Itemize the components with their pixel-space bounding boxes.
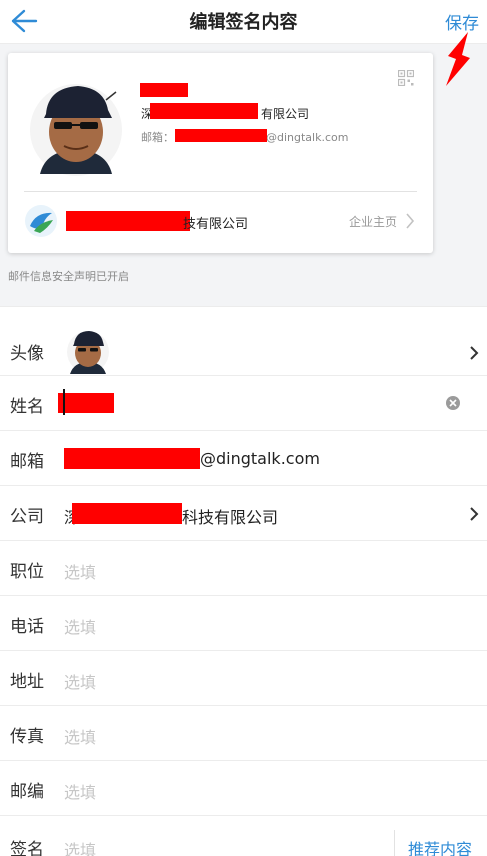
phone-row[interactable]: 电话 选填	[0, 596, 487, 651]
address-row[interactable]: 地址 选填	[0, 651, 487, 706]
zip-input[interactable]: 选填	[64, 779, 96, 803]
fax-row[interactable]: 传真 选填	[0, 706, 487, 761]
name-label: 姓名	[10, 397, 44, 417]
fax-input[interactable]: 选填	[64, 724, 96, 748]
email-domain: @dingtalk.com	[200, 449, 320, 468]
company-label: 公司	[10, 507, 44, 527]
position-input[interactable]: 选填	[64, 559, 96, 583]
card-company-name: 技有限公司	[183, 217, 249, 232]
text-cursor	[63, 389, 65, 415]
address-input[interactable]: 选填	[64, 669, 96, 693]
avatar-image	[26, 78, 126, 178]
qr-code-icon[interactable]	[398, 70, 414, 86]
signature-input[interactable]: 选填	[64, 837, 96, 856]
zip-label: 邮编	[10, 782, 44, 802]
redacted-company	[150, 103, 258, 119]
phone-label: 电话	[10, 617, 44, 637]
redacted-email-input	[64, 448, 200, 469]
signature-preview-card: 深有限公司 邮箱： @dingtalk.com 技有限公司 企业主页	[8, 53, 433, 253]
recommend-content-button[interactable]: 推荐内容	[408, 836, 472, 856]
zip-row[interactable]: 邮编 选填	[0, 761, 487, 816]
signature-label: 签名	[10, 840, 44, 856]
company-homepage-link[interactable]: 企业主页	[349, 213, 397, 230]
chevron-right-icon	[470, 507, 479, 521]
chevron-right-icon	[470, 346, 479, 360]
email-row[interactable]: 邮箱 @dingtalk.com	[0, 431, 487, 486]
avatar-thumbnail[interactable]	[66, 328, 110, 374]
redacted-company-name	[66, 211, 190, 231]
name-row[interactable]: 姓名	[0, 376, 487, 431]
redacted-name	[140, 83, 188, 97]
email-label: 邮箱	[10, 452, 44, 472]
avatar-label: 头像	[10, 344, 44, 364]
position-row[interactable]: 职位 选填	[0, 541, 487, 596]
page-title: 编辑签名内容	[189, 12, 298, 33]
card-divider	[24, 191, 417, 192]
company-row[interactable]: 公司 深 科技有限公司	[0, 486, 487, 541]
fax-label: 传真	[10, 727, 44, 747]
annotation-arrow-icon	[446, 32, 470, 86]
phone-input[interactable]: 选填	[64, 614, 96, 638]
recommend-divider	[394, 830, 395, 856]
redacted-company-input	[72, 503, 182, 524]
address-label: 地址	[10, 672, 44, 692]
company-logo-icon	[25, 205, 57, 237]
redacted-name-input	[58, 393, 114, 413]
company-suffix: 科技有限公司	[182, 508, 279, 527]
redacted-email	[175, 129, 267, 142]
avatar-row[interactable]: 头像	[0, 319, 487, 376]
clear-icon[interactable]	[445, 395, 461, 411]
top-bar: 编辑签名内容 保存	[0, 0, 487, 44]
signature-row[interactable]: 签名 选填 推荐内容	[0, 816, 487, 856]
signature-form: 头像 姓名 邮箱 @dingtalk.com 公司 深	[0, 306, 487, 856]
position-label: 职位	[10, 562, 44, 582]
chevron-right-icon[interactable]	[405, 212, 415, 230]
security-notice: 邮件信息安全声明已开启	[8, 270, 129, 283]
